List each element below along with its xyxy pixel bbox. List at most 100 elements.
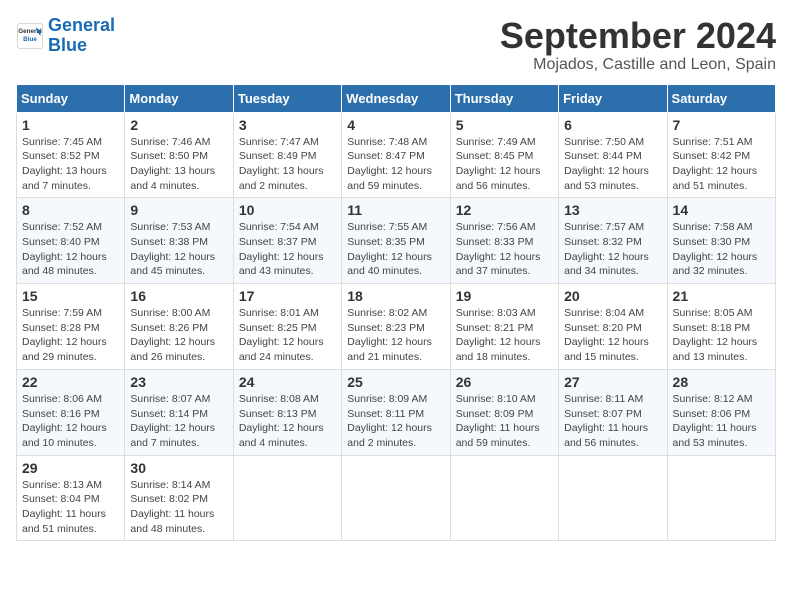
calendar-cell xyxy=(667,455,775,541)
day-info: Sunrise: 7:56 AM Sunset: 8:33 PM Dayligh… xyxy=(456,220,553,279)
day-number: 16 xyxy=(130,288,227,304)
calendar-cell: 12 Sunrise: 7:56 AM Sunset: 8:33 PM Dayl… xyxy=(450,198,558,284)
col-saturday: Saturday xyxy=(667,84,775,112)
calendar-body: 1 Sunrise: 7:45 AM Sunset: 8:52 PM Dayli… xyxy=(17,112,776,541)
calendar-cell: 19 Sunrise: 8:03 AM Sunset: 8:21 PM Dayl… xyxy=(450,284,558,370)
col-wednesday: Wednesday xyxy=(342,84,450,112)
day-info: Sunrise: 8:13 AM Sunset: 8:04 PM Dayligh… xyxy=(22,478,119,537)
calendar-cell: 3 Sunrise: 7:47 AM Sunset: 8:49 PM Dayli… xyxy=(233,112,341,198)
calendar-cell: 7 Sunrise: 7:51 AM Sunset: 8:42 PM Dayli… xyxy=(667,112,775,198)
day-number: 29 xyxy=(22,460,119,476)
month-title: September 2024 xyxy=(500,16,776,56)
calendar-cell xyxy=(450,455,558,541)
day-number: 21 xyxy=(673,288,770,304)
calendar-cell: 15 Sunrise: 7:59 AM Sunset: 8:28 PM Dayl… xyxy=(17,284,125,370)
day-number: 17 xyxy=(239,288,336,304)
day-info: Sunrise: 7:47 AM Sunset: 8:49 PM Dayligh… xyxy=(239,135,336,194)
day-info: Sunrise: 8:05 AM Sunset: 8:18 PM Dayligh… xyxy=(673,306,770,365)
calendar-cell: 4 Sunrise: 7:48 AM Sunset: 8:47 PM Dayli… xyxy=(342,112,450,198)
calendar-cell: 2 Sunrise: 7:46 AM Sunset: 8:50 PM Dayli… xyxy=(125,112,233,198)
location-title: Mojados, Castille and Leon, Spain xyxy=(500,56,776,74)
col-monday: Monday xyxy=(125,84,233,112)
day-info: Sunrise: 8:08 AM Sunset: 8:13 PM Dayligh… xyxy=(239,392,336,451)
day-info: Sunrise: 7:53 AM Sunset: 8:38 PM Dayligh… xyxy=(130,220,227,279)
day-info: Sunrise: 8:10 AM Sunset: 8:09 PM Dayligh… xyxy=(456,392,553,451)
calendar-week-1: 1 Sunrise: 7:45 AM Sunset: 8:52 PM Dayli… xyxy=(17,112,776,198)
day-info: Sunrise: 8:06 AM Sunset: 8:16 PM Dayligh… xyxy=(22,392,119,451)
day-number: 10 xyxy=(239,202,336,218)
calendar-cell: 17 Sunrise: 8:01 AM Sunset: 8:25 PM Dayl… xyxy=(233,284,341,370)
day-info: Sunrise: 7:46 AM Sunset: 8:50 PM Dayligh… xyxy=(130,135,227,194)
day-number: 14 xyxy=(673,202,770,218)
day-info: Sunrise: 8:01 AM Sunset: 8:25 PM Dayligh… xyxy=(239,306,336,365)
day-info: Sunrise: 8:03 AM Sunset: 8:21 PM Dayligh… xyxy=(456,306,553,365)
calendar-cell: 21 Sunrise: 8:05 AM Sunset: 8:18 PM Dayl… xyxy=(667,284,775,370)
calendar-week-5: 29 Sunrise: 8:13 AM Sunset: 8:04 PM Dayl… xyxy=(17,455,776,541)
day-info: Sunrise: 8:02 AM Sunset: 8:23 PM Dayligh… xyxy=(347,306,444,365)
calendar-cell: 10 Sunrise: 7:54 AM Sunset: 8:37 PM Dayl… xyxy=(233,198,341,284)
svg-text:Blue: Blue xyxy=(23,36,37,43)
logo-icon: General Blue xyxy=(16,22,44,50)
calendar-cell: 13 Sunrise: 7:57 AM Sunset: 8:32 PM Dayl… xyxy=(559,198,667,284)
calendar-cell: 26 Sunrise: 8:10 AM Sunset: 8:09 PM Dayl… xyxy=(450,369,558,455)
day-number: 15 xyxy=(22,288,119,304)
col-thursday: Thursday xyxy=(450,84,558,112)
day-info: Sunrise: 7:50 AM Sunset: 8:44 PM Dayligh… xyxy=(564,135,661,194)
col-tuesday: Tuesday xyxy=(233,84,341,112)
day-info: Sunrise: 7:49 AM Sunset: 8:45 PM Dayligh… xyxy=(456,135,553,194)
calendar-cell xyxy=(559,455,667,541)
calendar-cell: 20 Sunrise: 8:04 AM Sunset: 8:20 PM Dayl… xyxy=(559,284,667,370)
calendar-week-4: 22 Sunrise: 8:06 AM Sunset: 8:16 PM Dayl… xyxy=(17,369,776,455)
day-info: Sunrise: 7:51 AM Sunset: 8:42 PM Dayligh… xyxy=(673,135,770,194)
title-section: September 2024 Mojados, Castille and Leo… xyxy=(500,16,776,74)
calendar-cell: 18 Sunrise: 8:02 AM Sunset: 8:23 PM Dayl… xyxy=(342,284,450,370)
day-number: 28 xyxy=(673,374,770,390)
day-info: Sunrise: 7:48 AM Sunset: 8:47 PM Dayligh… xyxy=(347,135,444,194)
day-number: 4 xyxy=(347,117,444,133)
day-info: Sunrise: 7:54 AM Sunset: 8:37 PM Dayligh… xyxy=(239,220,336,279)
day-number: 11 xyxy=(347,202,444,218)
day-info: Sunrise: 8:07 AM Sunset: 8:14 PM Dayligh… xyxy=(130,392,227,451)
calendar-cell: 22 Sunrise: 8:06 AM Sunset: 8:16 PM Dayl… xyxy=(17,369,125,455)
logo-text: GeneralBlue xyxy=(48,16,115,56)
day-number: 12 xyxy=(456,202,553,218)
calendar-cell: 25 Sunrise: 8:09 AM Sunset: 8:11 PM Dayl… xyxy=(342,369,450,455)
day-info: Sunrise: 7:55 AM Sunset: 8:35 PM Dayligh… xyxy=(347,220,444,279)
day-number: 26 xyxy=(456,374,553,390)
day-number: 1 xyxy=(22,117,119,133)
calendar-cell: 6 Sunrise: 7:50 AM Sunset: 8:44 PM Dayli… xyxy=(559,112,667,198)
calendar-cell: 14 Sunrise: 7:58 AM Sunset: 8:30 PM Dayl… xyxy=(667,198,775,284)
calendar-header: Sunday Monday Tuesday Wednesday Thursday… xyxy=(17,84,776,112)
day-number: 22 xyxy=(22,374,119,390)
day-number: 23 xyxy=(130,374,227,390)
day-number: 8 xyxy=(22,202,119,218)
calendar-cell: 28 Sunrise: 8:12 AM Sunset: 8:06 PM Dayl… xyxy=(667,369,775,455)
col-sunday: Sunday xyxy=(17,84,125,112)
calendar-cell: 30 Sunrise: 8:14 AM Sunset: 8:02 PM Dayl… xyxy=(125,455,233,541)
day-number: 5 xyxy=(456,117,553,133)
day-number: 30 xyxy=(130,460,227,476)
day-number: 9 xyxy=(130,202,227,218)
calendar-table: Sunday Monday Tuesday Wednesday Thursday… xyxy=(16,84,776,542)
day-number: 3 xyxy=(239,117,336,133)
day-number: 20 xyxy=(564,288,661,304)
day-number: 13 xyxy=(564,202,661,218)
header: General Blue GeneralBlue September 2024 … xyxy=(16,16,776,74)
day-number: 25 xyxy=(347,374,444,390)
day-info: Sunrise: 8:11 AM Sunset: 8:07 PM Dayligh… xyxy=(564,392,661,451)
calendar-cell xyxy=(342,455,450,541)
day-number: 19 xyxy=(456,288,553,304)
calendar-cell: 27 Sunrise: 8:11 AM Sunset: 8:07 PM Dayl… xyxy=(559,369,667,455)
day-info: Sunrise: 8:12 AM Sunset: 8:06 PM Dayligh… xyxy=(673,392,770,451)
day-number: 6 xyxy=(564,117,661,133)
calendar-week-2: 8 Sunrise: 7:52 AM Sunset: 8:40 PM Dayli… xyxy=(17,198,776,284)
day-number: 7 xyxy=(673,117,770,133)
day-info: Sunrise: 8:09 AM Sunset: 8:11 PM Dayligh… xyxy=(347,392,444,451)
calendar-cell: 5 Sunrise: 7:49 AM Sunset: 8:45 PM Dayli… xyxy=(450,112,558,198)
logo: General Blue GeneralBlue xyxy=(16,16,115,56)
calendar-week-3: 15 Sunrise: 7:59 AM Sunset: 8:28 PM Dayl… xyxy=(17,284,776,370)
day-number: 24 xyxy=(239,374,336,390)
day-info: Sunrise: 7:59 AM Sunset: 8:28 PM Dayligh… xyxy=(22,306,119,365)
day-info: Sunrise: 7:52 AM Sunset: 8:40 PM Dayligh… xyxy=(22,220,119,279)
day-info: Sunrise: 8:04 AM Sunset: 8:20 PM Dayligh… xyxy=(564,306,661,365)
